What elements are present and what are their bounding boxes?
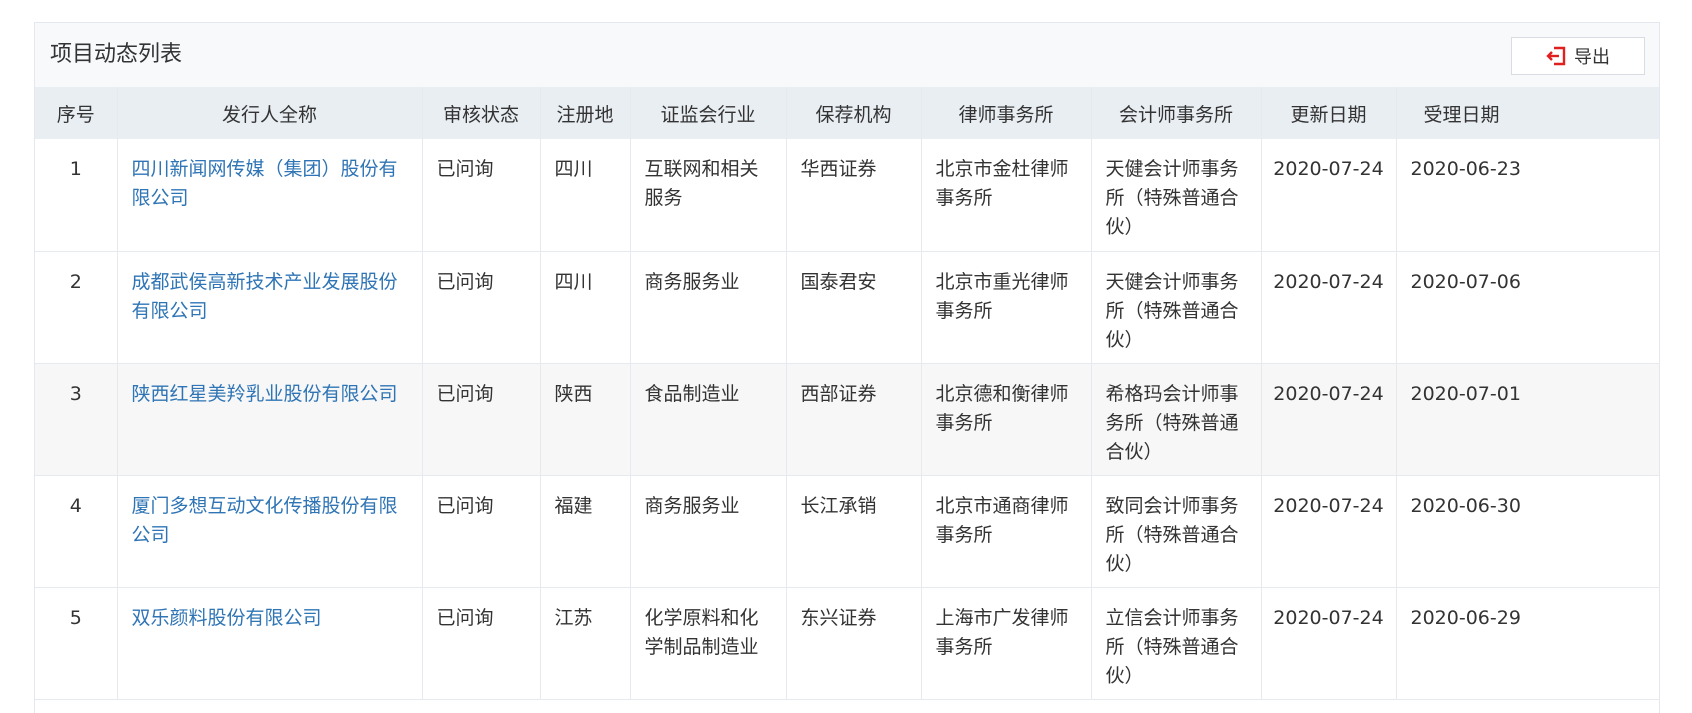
updated-date-cell: 2020-07-24: [1261, 475, 1397, 588]
region-cell: 福建: [540, 475, 631, 588]
column-header-issuer: 发行人全称: [117, 87, 423, 139]
column-header-sponsor: 保荐机构: [786, 87, 922, 139]
issuer-cell: 四川新闻网传媒（集团）股份有限公司: [117, 139, 423, 252]
sponsor-cell: 西部证券: [786, 363, 922, 476]
export-icon: [1546, 45, 1568, 67]
industry-cell: 商务服务业: [630, 251, 787, 364]
row-index: 1: [35, 139, 118, 252]
accepted-date-cell: 2020-07-01: [1396, 363, 1659, 476]
issuer-cell: 陕西红星美羚乳业股份有限公司: [117, 363, 423, 476]
export-button[interactable]: 导出: [1511, 37, 1645, 75]
issuer-link[interactable]: 双乐颜料股份有限公司: [132, 607, 322, 629]
sponsor-cell: 华西证券: [786, 139, 922, 252]
export-label: 导出: [1574, 47, 1610, 68]
industry-cell: 互联网和相关服务: [630, 139, 787, 252]
region-cell: 四川: [540, 139, 631, 252]
table-row: 1 四川新闻网传媒（集团）股份有限公司 已问询 四川 互联网和相关服务 华西证券…: [35, 139, 1659, 252]
table-row: 3 陕西红星美羚乳业股份有限公司 已问询 陕西 食品制造业 西部证券 北京德和衡…: [35, 363, 1659, 476]
sponsor-cell: 东兴证券: [786, 587, 922, 700]
row-index: 4: [35, 475, 118, 588]
table-header-row: 序号 发行人全称 审核状态 注册地 证监会行业 保荐机构 律师事务所 会计师事务…: [35, 87, 1659, 139]
issuer-link[interactable]: 陕西红星美羚乳业股份有限公司: [132, 383, 398, 405]
updated-date-cell: 2020-07-24: [1261, 139, 1397, 252]
column-header-industry: 证监会行业: [630, 87, 787, 139]
row-index: 2: [35, 251, 118, 364]
panel-title: 项目动态列表: [50, 42, 183, 67]
status-cell: 已问询: [422, 475, 541, 588]
column-header-accepted-date: 受理日期: [1396, 87, 1659, 139]
region-cell: 四川: [540, 251, 631, 364]
issuer-link[interactable]: 成都武侯高新技术产业发展股份有限公司: [132, 271, 398, 322]
accounting-firm-cell: 天健会计师事务所（特殊普通合伙）: [1091, 139, 1262, 252]
issuer-link[interactable]: 厦门多想互动文化传播股份有限公司: [132, 495, 398, 546]
region-cell: 江苏: [540, 587, 631, 700]
accounting-firm-cell: 致同会计师事务所（特殊普通合伙）: [1091, 475, 1262, 588]
table-row: 4 厦门多想互动文化传播股份有限公司 已问询 福建 商务服务业 长江承销 北京市…: [35, 475, 1659, 588]
status-cell: 已问询: [422, 363, 541, 476]
table-row: 2 成都武侯高新技术产业发展股份有限公司 已问询 四川 商务服务业 国泰君安 北…: [35, 251, 1659, 364]
industry-cell: 商务服务业: [630, 475, 787, 588]
accounting-firm-cell: 天健会计师事务所（特殊普通合伙）: [1091, 251, 1262, 364]
status-cell: 已问询: [422, 587, 541, 700]
issuer-link[interactable]: 四川新闻网传媒（集团）股份有限公司: [132, 158, 398, 209]
accounting-firm-cell: 立信会计师事务所（特殊普通合伙）: [1091, 587, 1262, 700]
law-firm-cell: 北京德和衡律师事务所: [921, 363, 1092, 476]
column-header-region: 注册地: [540, 87, 631, 139]
row-index: 3: [35, 363, 118, 476]
law-firm-cell: 北京市重光律师事务所: [921, 251, 1092, 364]
accepted-date-cell: 2020-06-29: [1396, 587, 1659, 700]
updated-date-cell: 2020-07-24: [1261, 587, 1397, 700]
sponsor-cell: 国泰君安: [786, 251, 922, 364]
accepted-date-cell: 2020-07-06: [1396, 251, 1659, 364]
project-table: 序号 发行人全称 审核状态 注册地 证监会行业 保荐机构 律师事务所 会计师事务…: [35, 87, 1659, 700]
status-cell: 已问询: [422, 139, 541, 252]
project-dynamics-panel: 项目动态列表 导出 序号 发行人全称 审核状态 注册地 证监会行业 保荐机构 律…: [34, 22, 1660, 713]
accepted-date-cell: 2020-06-30: [1396, 475, 1659, 588]
column-header-law-firm: 律师事务所: [921, 87, 1092, 139]
column-header-updated-date: 更新日期: [1261, 87, 1397, 139]
column-header-status: 审核状态: [422, 87, 541, 139]
table-row: 5 双乐颜料股份有限公司 已问询 江苏 化学原料和化学制品制造业 东兴证券 上海…: [35, 587, 1659, 700]
updated-date-cell: 2020-07-24: [1261, 363, 1397, 476]
law-firm-cell: 北京市金杜律师事务所: [921, 139, 1092, 252]
accepted-date-cell: 2020-06-23: [1396, 139, 1659, 252]
accounting-firm-cell: 希格玛会计师事务所（特殊普通合伙）: [1091, 363, 1262, 476]
issuer-cell: 成都武侯高新技术产业发展股份有限公司: [117, 251, 423, 364]
column-header-index: 序号: [35, 87, 118, 139]
law-firm-cell: 北京市通商律师事务所: [921, 475, 1092, 588]
issuer-cell: 双乐颜料股份有限公司: [117, 587, 423, 700]
issuer-cell: 厦门多想互动文化传播股份有限公司: [117, 475, 423, 588]
sponsor-cell: 长江承销: [786, 475, 922, 588]
row-index: 5: [35, 587, 118, 700]
column-header-accounting-firm: 会计师事务所: [1091, 87, 1262, 139]
status-cell: 已问询: [422, 251, 541, 364]
region-cell: 陕西: [540, 363, 631, 476]
industry-cell: 化学原料和化学制品制造业: [630, 587, 787, 700]
updated-date-cell: 2020-07-24: [1261, 251, 1397, 364]
law-firm-cell: 上海市广发律师事务所: [921, 587, 1092, 700]
panel-header: 项目动态列表 导出: [35, 23, 1659, 87]
industry-cell: 食品制造业: [630, 363, 787, 476]
